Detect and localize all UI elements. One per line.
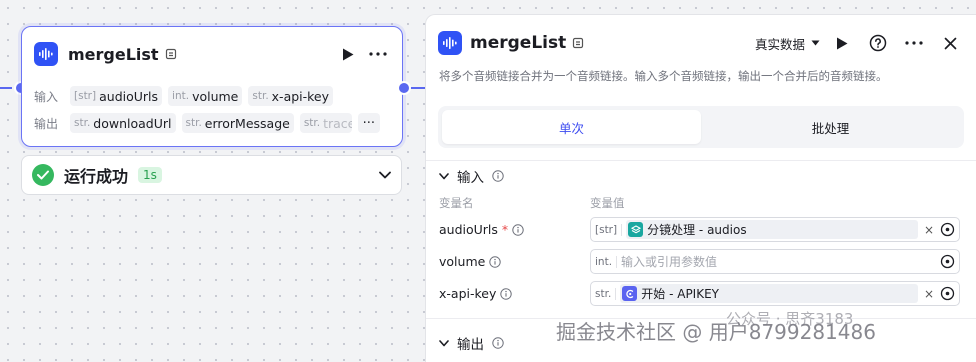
input-section-title: 输入 (457, 170, 484, 186)
run-mode-tabs: 单次 批处理 (438, 106, 964, 148)
audio-wave-icon (34, 42, 58, 66)
chevron-down-icon (439, 339, 449, 346)
param-field-volume[interactable]: int. 输入或引用参数值 (590, 249, 960, 274)
duration-badge: 1s (138, 167, 162, 183)
merge-list-node[interactable]: mergeList 输入 [str] audioUrls int. volume s… (21, 26, 403, 147)
panel-title: mergeList (470, 33, 567, 53)
doc-icon[interactable] (572, 37, 584, 49)
section-divider (426, 160, 976, 161)
output-section-title: 输出 (457, 337, 484, 353)
connection-line-left (0, 87, 12, 89)
start-node-icon (622, 286, 638, 301)
info-icon (489, 255, 502, 268)
column-header-name: 变量名 (439, 196, 474, 210)
run-node-button[interactable] (336, 42, 360, 66)
reference-chip-apikey[interactable]: 开始 - APIKEY (620, 284, 918, 303)
chevron-down-icon (439, 172, 449, 179)
output-section-header[interactable]: 输出 (439, 333, 504, 353)
help-icon[interactable] (866, 31, 890, 55)
param-field-x-api-key[interactable]: str. 开始 - APIKEY × (590, 281, 960, 306)
param-name-x-api-key: x-api-key (439, 286, 513, 301)
layers-icon (628, 222, 644, 237)
tab-single[interactable]: 单次 (442, 110, 701, 144)
input-tag-audiourls: [str] audioUrls (70, 86, 163, 106)
panel-description: 将多个音频链接合并为一个音频链接。输入多个音频链接，输出一个合并后的音频链接。 (439, 69, 888, 83)
output-tag-trace: str. trace (299, 113, 352, 133)
audio-wave-icon (438, 31, 462, 55)
node-detail-panel: mergeList 真实数据 将多个音频链接合并为一个音频链接。输入多个音频链接… (425, 14, 976, 362)
doc-icon[interactable] (165, 48, 177, 60)
reference-chip-audios[interactable]: 分镜处理 - audios (626, 220, 918, 239)
outputs-label: 输出 (34, 116, 59, 131)
column-header-value: 变量值 (590, 196, 625, 210)
tab-batch[interactable]: 批处理 (701, 110, 960, 144)
more-outputs-button[interactable]: ··· (357, 113, 380, 133)
node-header: mergeList (34, 41, 390, 67)
panel-header: mergeList 真实数据 (438, 29, 962, 57)
run-status-bar[interactable]: 运行成功 1s (21, 155, 402, 195)
inputs-label: 输入 (34, 89, 59, 104)
info-icon (492, 337, 504, 349)
clear-reference-button[interactable]: × (922, 223, 936, 237)
output-tag-errormessage: str. errorMessage (181, 113, 294, 133)
info-icon (500, 287, 513, 300)
node-inputs-row: 输入 [str] audioUrls int. volume str. x-api-k… (34, 86, 390, 106)
param-name-volume: volume (439, 254, 502, 269)
output-tag-downloadurl: str. downloadUrl (70, 113, 176, 133)
volume-input[interactable]: 输入或引用参数值 (621, 253, 936, 270)
param-name-audiourls: audioUrls * (439, 222, 524, 237)
more-icon[interactable] (366, 42, 390, 66)
node-outputs-row: 输出 str. downloadUrl str. errorMessage str.… (34, 113, 390, 133)
reference-target-icon[interactable] (940, 222, 955, 237)
chevron-down-icon[interactable] (379, 168, 391, 182)
output-port[interactable] (397, 81, 411, 95)
reference-target-icon[interactable] (940, 254, 955, 269)
close-icon[interactable] (938, 31, 962, 55)
input-tag-x-api-key: str. x-api-key (248, 86, 334, 106)
info-icon (512, 223, 524, 236)
data-mode-select[interactable]: 真实数据 (755, 34, 820, 53)
run-button[interactable] (830, 31, 854, 55)
node-title: mergeList (68, 44, 159, 64)
section-divider (426, 318, 976, 319)
more-icon[interactable] (902, 31, 926, 55)
param-field-audiourls[interactable]: [str] 分镜处理 - audios × (590, 217, 960, 242)
status-text: 运行成功 (64, 167, 129, 186)
success-check-icon (32, 164, 54, 186)
input-tag-volume: int. volume (168, 86, 243, 106)
clear-reference-button[interactable]: × (922, 287, 936, 301)
input-section-header[interactable]: 输入 (439, 166, 504, 186)
info-icon (492, 170, 504, 182)
caret-down-icon (811, 40, 820, 46)
reference-target-icon[interactable] (940, 286, 955, 301)
